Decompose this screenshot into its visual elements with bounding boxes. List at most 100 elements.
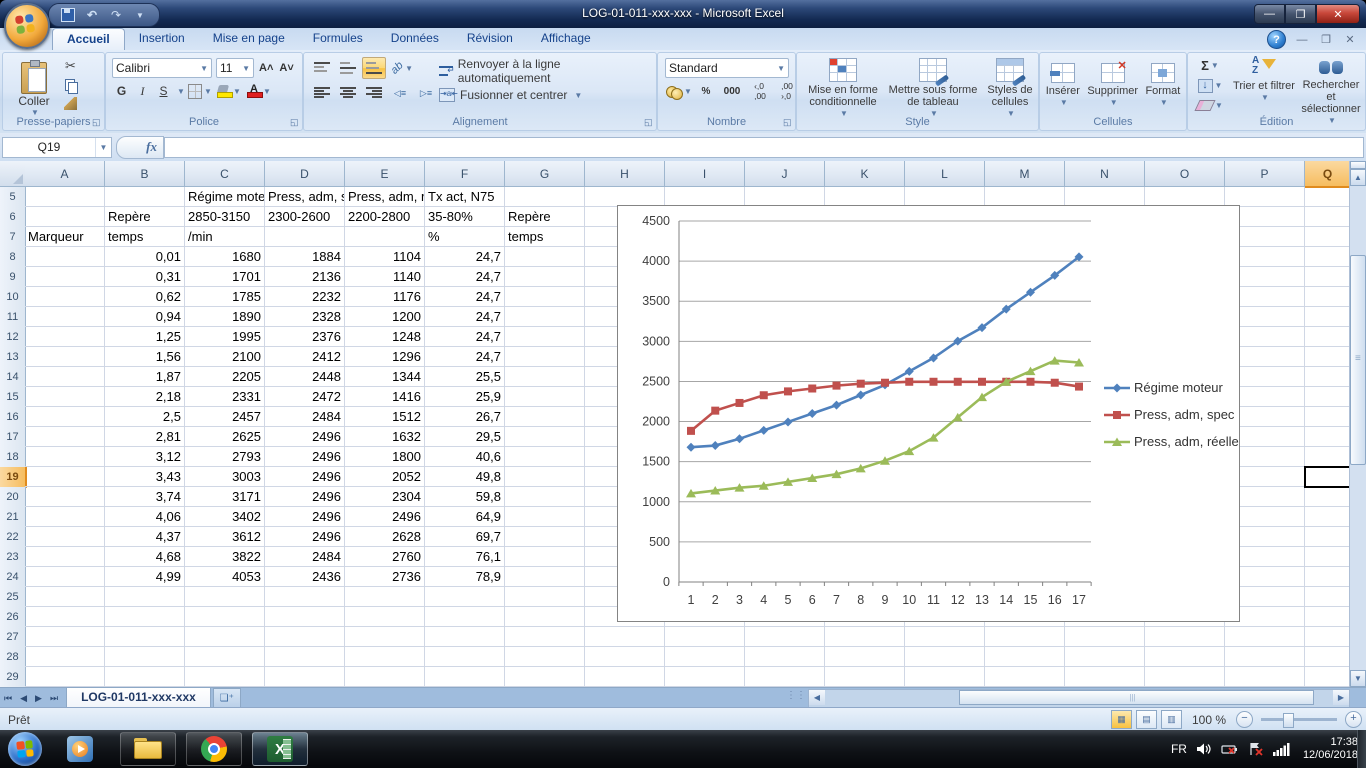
clock[interactable]: 17:38 12/06/2018 <box>1303 736 1358 762</box>
cell-B15[interactable]: 2,18 <box>105 387 185 407</box>
column-header-I[interactable]: I <box>665 161 745 187</box>
cell-O29[interactable] <box>1145 667 1225 687</box>
tab-mise-en-page[interactable]: Mise en page <box>199 28 299 50</box>
paste-button[interactable]: Coller ▼ <box>9 57 59 121</box>
cell-D11[interactable]: 2328 <box>265 307 345 327</box>
font-dialog-launcher[interactable]: ◱ <box>290 118 300 128</box>
cell-N5[interactable] <box>1065 187 1145 207</box>
cell-B8[interactable]: 0,01 <box>105 247 185 267</box>
cell-F26[interactable] <box>425 607 505 627</box>
font-size-select[interactable]: 11▼ <box>216 58 254 78</box>
cell-B18[interactable]: 3,12 <box>105 447 185 467</box>
cell-E15[interactable]: 1416 <box>345 387 425 407</box>
align-bottom-button[interactable] <box>362 57 386 79</box>
clear-button[interactable]: ▼ <box>1196 96 1224 115</box>
cell-E10[interactable]: 1176 <box>345 287 425 307</box>
cell-O27[interactable] <box>1145 627 1225 647</box>
cell-A14[interactable] <box>25 367 105 387</box>
cell-E12[interactable]: 1248 <box>345 327 425 347</box>
align-top-button[interactable] <box>310 57 334 79</box>
cell-E27[interactable] <box>345 627 425 647</box>
cell-Q11[interactable] <box>1305 307 1351 327</box>
cell-A24[interactable] <box>25 567 105 587</box>
cell-E6[interactable]: 2200-2800 <box>345 207 425 227</box>
format-cells-button[interactable]: Format ▼ <box>1144 57 1181 115</box>
cell-G24[interactable] <box>505 567 585 587</box>
clipboard-dialog-launcher[interactable]: ◱ <box>92 118 102 128</box>
row-header-29[interactable]: 29 <box>0 667 26 687</box>
cell-H29[interactable] <box>585 667 665 687</box>
delete-cells-button[interactable]: Supprimer ▼ <box>1086 57 1139 115</box>
underline-button[interactable]: S <box>154 82 173 101</box>
cell-J28[interactable] <box>745 647 825 667</box>
cell-N27[interactable] <box>1065 627 1145 647</box>
cell-F24[interactable]: 78,9 <box>425 567 505 587</box>
cell-D25[interactable] <box>265 587 345 607</box>
cell-B27[interactable] <box>105 627 185 647</box>
row-header-19[interactable]: 19 <box>0 467 27 488</box>
cell-A15[interactable] <box>25 387 105 407</box>
cell-Q22[interactable] <box>1305 527 1351 547</box>
help-button[interactable]: ? <box>1267 30 1286 49</box>
bold-button[interactable]: G <box>112 82 131 101</box>
cell-A29[interactable] <box>25 667 105 687</box>
cell-C11[interactable]: 1890 <box>185 307 265 327</box>
cell-F19[interactable]: 49,8 <box>425 467 505 487</box>
cell-D17[interactable]: 2496 <box>265 427 345 447</box>
cell-D15[interactable]: 2472 <box>265 387 345 407</box>
borders-button[interactable]: ▼ <box>187 81 213 101</box>
cell-C22[interactable]: 3612 <box>185 527 265 547</box>
column-header-M[interactable]: M <box>985 161 1065 187</box>
cell-C6[interactable]: 2850-3150 <box>185 207 265 227</box>
cell-B10[interactable]: 0,62 <box>105 287 185 307</box>
cell-Q5[interactable] <box>1305 187 1351 207</box>
cell-E28[interactable] <box>345 647 425 667</box>
cell-G13[interactable] <box>505 347 585 367</box>
cell-L27[interactable] <box>905 627 985 647</box>
row-header-25[interactable]: 25 <box>0 587 26 608</box>
row-header-16[interactable]: 16 <box>0 407 26 428</box>
normal-view-button[interactable]: ▦ <box>1111 710 1132 729</box>
row-header-10[interactable]: 10 <box>0 287 26 308</box>
cell-Q20[interactable] <box>1305 487 1351 507</box>
cell-F22[interactable]: 69,7 <box>425 527 505 547</box>
tab-formules[interactable]: Formules <box>299 28 377 50</box>
merge-center-button[interactable]: ⇥a⇤ Fusionner et centrer ▼ <box>438 83 654 107</box>
align-center-button[interactable] <box>336 82 360 104</box>
cell-C20[interactable]: 3171 <box>185 487 265 507</box>
cell-E18[interactable]: 1800 <box>345 447 425 467</box>
cell-E11[interactable]: 1200 <box>345 307 425 327</box>
cell-E17[interactable]: 1632 <box>345 427 425 447</box>
cell-D9[interactable]: 2136 <box>265 267 345 287</box>
cell-Q24[interactable] <box>1305 567 1351 587</box>
legend-item-2[interactable]: Press, adm, spec <box>1104 407 1235 422</box>
cell-D26[interactable] <box>265 607 345 627</box>
cell-Q10[interactable] <box>1305 287 1351 307</box>
accounting-format-button[interactable]: ▼ <box>665 81 693 101</box>
cell-B9[interactable]: 0,31 <box>105 267 185 287</box>
cell-D12[interactable]: 2376 <box>265 327 345 347</box>
cell-H28[interactable] <box>585 647 665 667</box>
column-header-K[interactable]: K <box>825 161 905 187</box>
cell-M28[interactable] <box>985 647 1065 667</box>
cell-O28[interactable] <box>1145 647 1225 667</box>
tab-insertion[interactable]: Insertion <box>125 28 199 50</box>
cell-G9[interactable] <box>505 267 585 287</box>
scroll-up-button[interactable]: ▲ <box>1350 169 1366 186</box>
cell-B12[interactable]: 1,25 <box>105 327 185 347</box>
row-header-27[interactable]: 27 <box>0 627 26 648</box>
cell-A22[interactable] <box>25 527 105 547</box>
legend-item-1[interactable]: Régime moteur <box>1104 380 1224 395</box>
cell-G15[interactable] <box>505 387 585 407</box>
cell-B17[interactable]: 2,81 <box>105 427 185 447</box>
cell-A23[interactable] <box>25 547 105 567</box>
cell-C28[interactable] <box>185 647 265 667</box>
battery-icon[interactable] <box>1221 742 1239 756</box>
cell-C21[interactable]: 3402 <box>185 507 265 527</box>
cell-F21[interactable]: 64,9 <box>425 507 505 527</box>
cell-L29[interactable] <box>905 667 985 687</box>
cell-D8[interactable]: 1884 <box>265 247 345 267</box>
minimize-button[interactable]: — <box>1254 4 1285 24</box>
cell-C26[interactable] <box>185 607 265 627</box>
cell-B20[interactable]: 3,74 <box>105 487 185 507</box>
